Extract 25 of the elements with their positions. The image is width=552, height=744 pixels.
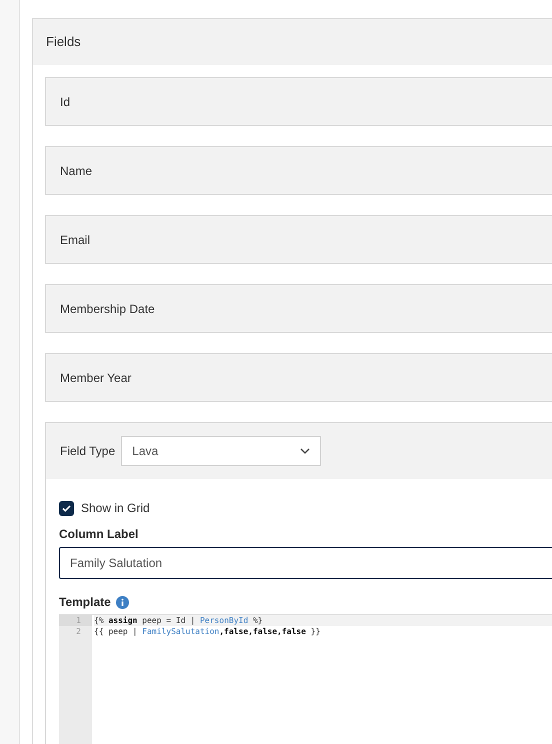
field-row[interactable]: Email xyxy=(45,215,552,264)
field-label: Member Year xyxy=(60,370,132,386)
field-label: Name xyxy=(60,162,92,180)
show-in-grid-label: Show in Grid xyxy=(81,500,150,517)
field-label: Membership Date xyxy=(60,300,155,318)
template-label: Template xyxy=(59,594,111,611)
panel-title: Fields xyxy=(46,33,81,52)
show-in-grid-checkbox[interactable] xyxy=(59,500,74,516)
field-row[interactable]: Member Year xyxy=(45,353,552,402)
chevron-down-icon xyxy=(300,448,310,454)
code-editor[interactable]: 1 2 {% assign peep = Id | PersonById %} {{ peep | FamilySalutation,false,false,false }} xyxy=(59,614,552,744)
field-type-label: Field Type xyxy=(60,443,116,460)
code-line: {{ peep | FamilySalutation,false,false,false }} xyxy=(94,626,322,637)
line-number: 2 xyxy=(75,626,82,637)
field-row[interactable]: Membership Date xyxy=(45,284,552,333)
field-row[interactable]: Name xyxy=(45,146,552,195)
column-label-label: Column Label xyxy=(59,526,140,543)
line-number: 1 xyxy=(59,615,92,626)
info-icon[interactable] xyxy=(116,596,129,608)
column-label-input[interactable]: Family Salutation xyxy=(59,547,552,579)
field-row[interactable]: Id xyxy=(45,77,552,126)
field-label: Id xyxy=(60,94,70,110)
field-label: Email xyxy=(60,232,90,248)
check-icon xyxy=(62,504,71,512)
field-type-select[interactable]: Lava xyxy=(121,436,322,466)
